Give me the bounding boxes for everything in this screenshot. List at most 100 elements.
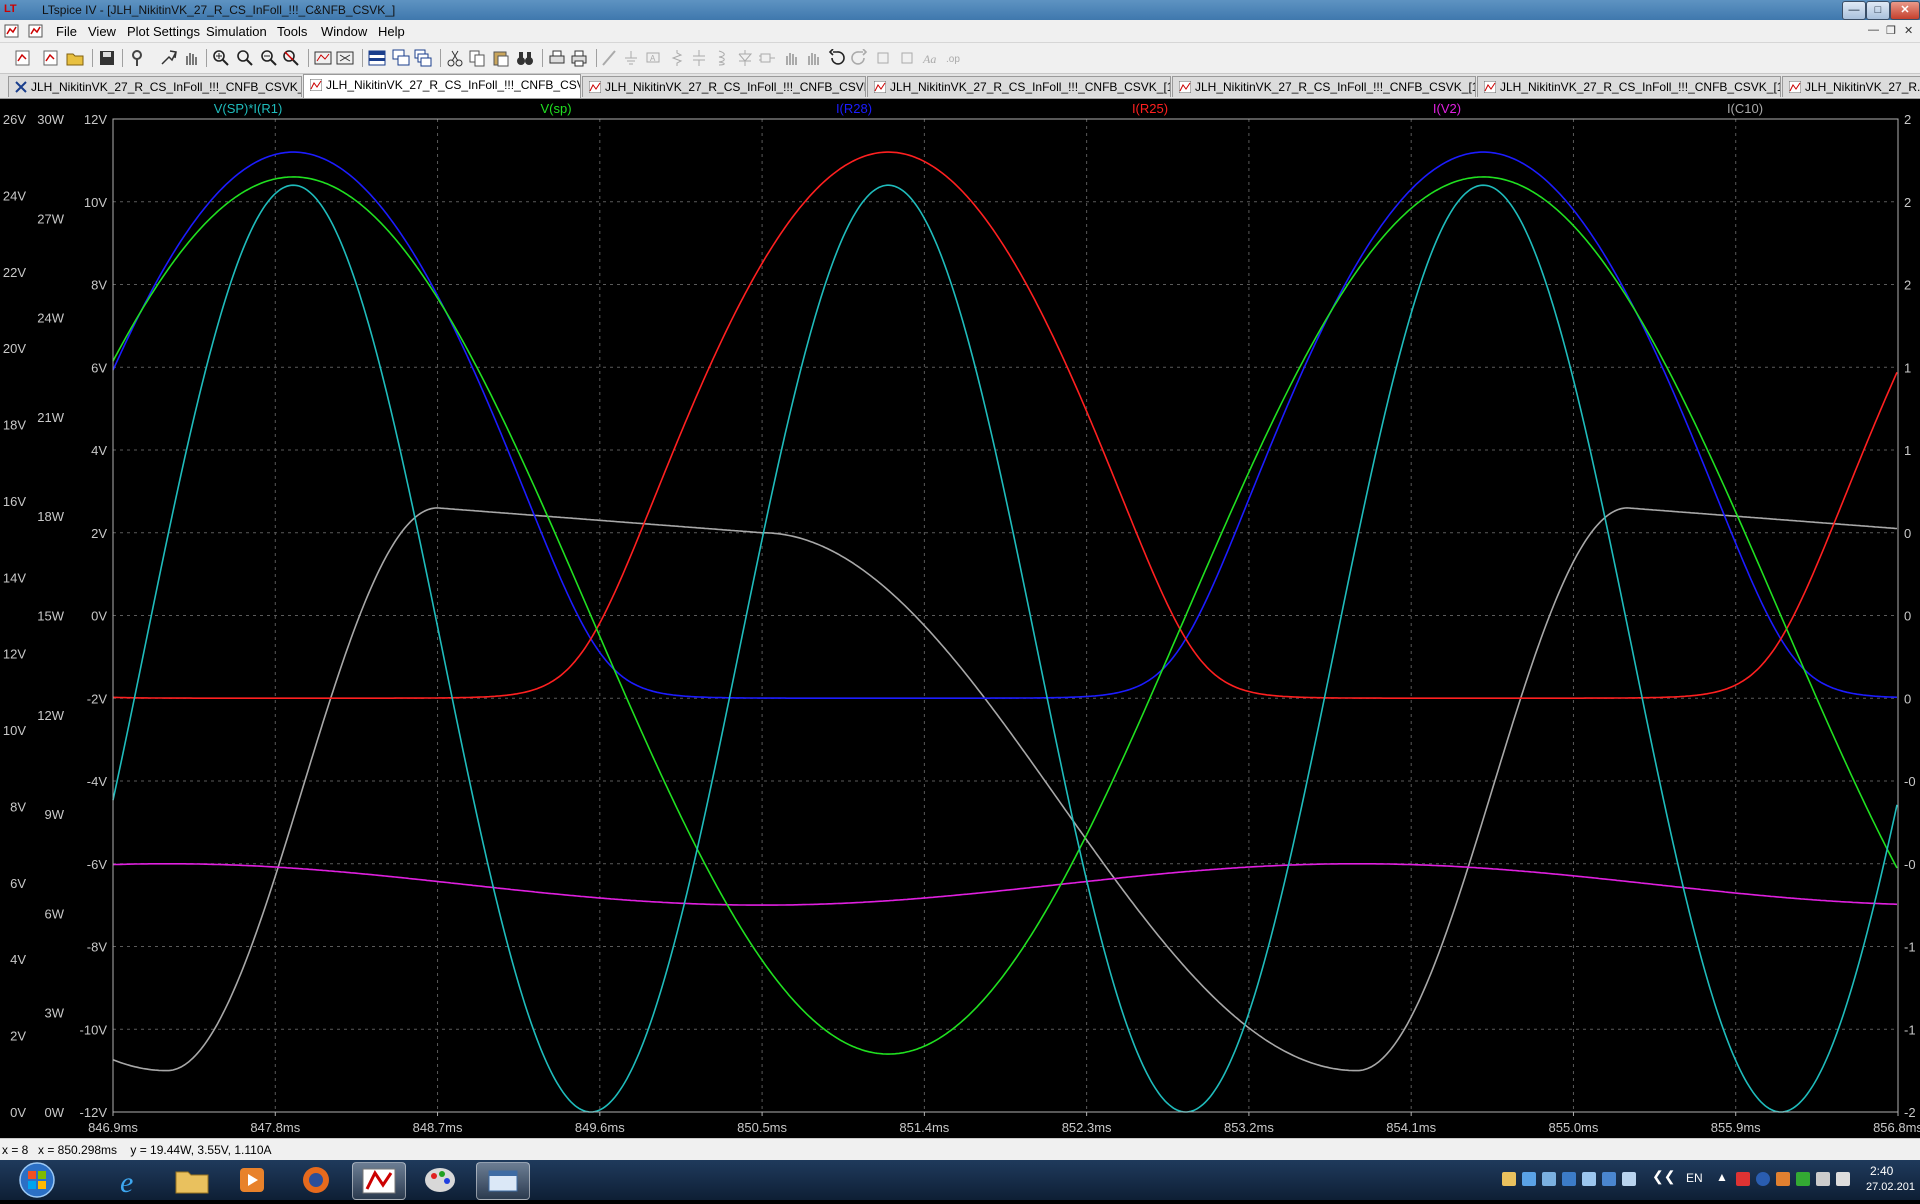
zoom-in-icon[interactable] bbox=[212, 49, 230, 67]
taskbar-ltspice[interactable] bbox=[352, 1162, 406, 1200]
taskbar-paint[interactable] bbox=[414, 1162, 466, 1198]
taskbar-window[interactable] bbox=[476, 1162, 530, 1200]
y-tick-label-watts: 6W bbox=[45, 906, 65, 921]
y-tick-label-watts: 0W bbox=[45, 1105, 65, 1120]
pan-hand-icon[interactable] bbox=[182, 49, 200, 67]
run-icon[interactable] bbox=[160, 49, 178, 67]
tray-antivirus-icon[interactable] bbox=[1736, 1172, 1750, 1186]
y-tick-label-outer: 26V bbox=[3, 112, 26, 127]
menu-plot-settings[interactable]: Plot Settings bbox=[127, 24, 200, 39]
new-schematic-icon[interactable] bbox=[14, 49, 32, 67]
menu-help[interactable]: Help bbox=[378, 24, 405, 39]
schematic-doc-icon[interactable] bbox=[4, 23, 20, 39]
print-icon[interactable] bbox=[570, 49, 588, 67]
tab-document-2[interactable]: JLH_NikitinVK_27_R_CS_InFoll_!!!_CNFB_CS… bbox=[303, 74, 581, 98]
cascade-windows-icon[interactable] bbox=[392, 49, 410, 67]
taskbar-firefox[interactable] bbox=[290, 1162, 342, 1198]
delete-trace-icon[interactable] bbox=[336, 49, 354, 67]
taskbar-media-player[interactable] bbox=[226, 1162, 278, 1198]
tile-horizontal-icon[interactable] bbox=[368, 49, 386, 67]
tray-battery-icon[interactable] bbox=[1796, 1172, 1810, 1186]
clock-time[interactable]: 2:40 bbox=[1870, 1164, 1893, 1178]
autorange-icon[interactable] bbox=[314, 49, 332, 67]
tab-label: JLH_NikitinVK_27_R_CS_InFoll_!!!_CNFB_CS… bbox=[1195, 80, 1476, 94]
y-tick-label-right: 2 bbox=[1904, 278, 1911, 293]
y-tick-label-outer: 10V bbox=[3, 723, 26, 738]
mirror-icon bbox=[901, 52, 913, 64]
tab-document-6[interactable]: JLH_NikitinVK_27_R_CS_InFoll_!!!_CNFB_CS… bbox=[1477, 76, 1781, 97]
y-tick-label-watts: 27W bbox=[37, 211, 64, 226]
mdi-close-icon[interactable]: ✕ bbox=[1904, 24, 1913, 37]
waveform-plot-pane[interactable]: 846.9ms 847.8ms 848.7ms 849.6ms 850.5ms 851.4… bbox=[0, 99, 1920, 1137]
tray-volume-icon[interactable] bbox=[1836, 1172, 1850, 1186]
rotate-icon bbox=[877, 52, 889, 64]
tray-up-arrow-icon[interactable]: ▲ bbox=[1716, 1170, 1728, 1184]
clock-date[interactable]: 27.02.201 bbox=[1866, 1181, 1915, 1193]
control-panel-icon[interactable] bbox=[128, 49, 146, 67]
tile-vertical-icon[interactable] bbox=[414, 49, 432, 67]
copy-icon[interactable] bbox=[468, 49, 486, 67]
tab-document-1[interactable]: JLH_NikitinVK_27_R_CS_InFoll_!!!_CNFB_CS… bbox=[8, 76, 302, 97]
y-tick-label-right: 2 bbox=[1904, 112, 1911, 127]
menu-file[interactable]: File bbox=[56, 24, 77, 39]
toolbar-separator bbox=[122, 49, 123, 67]
tab-label: JLH_NikitinVK_27_R_CS_InFoll_!!!_CNFB_CS… bbox=[605, 80, 866, 94]
tray-network-status-icon[interactable] bbox=[1816, 1172, 1830, 1186]
mdi-restore-icon[interactable]: ❐ bbox=[1886, 24, 1896, 37]
find-binoculars-icon[interactable] bbox=[516, 49, 534, 67]
redo-icon bbox=[851, 49, 868, 65]
maximize-icon[interactable]: □ bbox=[1866, 1, 1890, 20]
x-tick-label: 852.3ms bbox=[1062, 1120, 1112, 1135]
tray-device-icon[interactable] bbox=[1622, 1172, 1636, 1186]
paste-icon[interactable] bbox=[492, 49, 510, 67]
tab-document-3[interactable]: JLH_NikitinVK_27_R_CS_InFoll_!!!_CNFB_CS… bbox=[582, 76, 866, 97]
tray-monitor-icon[interactable] bbox=[1542, 1172, 1556, 1186]
mdi-minimize-icon[interactable]: — bbox=[1868, 24, 1879, 36]
schematic-tab-icon bbox=[15, 81, 27, 93]
waveform-tab-icon bbox=[1484, 81, 1496, 93]
menu-window[interactable]: Window bbox=[321, 24, 367, 39]
cursor-readout: x = 850.298ms y = 19.44W, 3.55V, 1.110A bbox=[38, 1143, 272, 1157]
menu-tools[interactable]: Tools bbox=[277, 24, 307, 39]
tray-bluetooth-icon[interactable] bbox=[1756, 1172, 1770, 1186]
close-icon[interactable]: ✕ bbox=[1890, 1, 1920, 20]
document-tab-bar: JLH_NikitinVK_27_R_CS_InFoll_!!!_CNFB_CS… bbox=[0, 74, 1920, 99]
menu-simulation[interactable]: Simulation bbox=[206, 24, 267, 39]
y-tick-label-right: 0 bbox=[1904, 691, 1911, 706]
tray-update-icon[interactable] bbox=[1776, 1172, 1790, 1186]
tray-computer-icon[interactable] bbox=[1602, 1172, 1616, 1186]
print-setup-icon[interactable] bbox=[548, 49, 566, 67]
tab-document-4[interactable]: JLH_NikitinVK_27_R_CS_InFoll_!!!_CNFB_CS… bbox=[867, 76, 1171, 97]
y-tick-label-right: 1 bbox=[1904, 443, 1911, 458]
start-button-icon[interactable] bbox=[14, 1161, 60, 1199]
resistor-icon bbox=[671, 50, 683, 66]
undo-icon[interactable] bbox=[828, 49, 846, 67]
tray-folder-icon[interactable] bbox=[1502, 1172, 1516, 1186]
tray-display-icon[interactable] bbox=[1582, 1172, 1596, 1186]
cut-icon[interactable] bbox=[446, 49, 464, 67]
waveform-plot[interactable]: 846.9ms 847.8ms 848.7ms 849.6ms 850.5ms 851.4… bbox=[0, 99, 1920, 1137]
open-waveform-icon[interactable] bbox=[42, 49, 60, 67]
svg-text:Aa: Aa bbox=[922, 52, 936, 66]
show-hidden-tray-icon[interactable]: ❮❮ bbox=[1652, 1168, 1675, 1185]
tab-document-5[interactable]: JLH_NikitinVK_27_R_CS_InFoll_!!!_CNFB_CS… bbox=[1172, 76, 1476, 97]
minimize-icon[interactable]: — bbox=[1842, 1, 1866, 20]
waveform-doc-icon[interactable] bbox=[28, 23, 44, 39]
taskbar-ie[interactable]: e bbox=[108, 1162, 160, 1199]
toolbar-separator bbox=[92, 49, 93, 67]
x-tick-label: 854.1ms bbox=[1386, 1120, 1436, 1135]
zoom-area-icon[interactable] bbox=[236, 49, 254, 67]
zoom-out-icon[interactable] bbox=[260, 49, 278, 67]
tray-network-icon[interactable] bbox=[1522, 1172, 1536, 1186]
tray-app-icon[interactable] bbox=[1562, 1172, 1576, 1186]
y-tick-label-right: -1 bbox=[1904, 940, 1916, 955]
save-icon[interactable] bbox=[98, 49, 116, 67]
x-tick-label: 855.9ms bbox=[1711, 1120, 1761, 1135]
language-indicator[interactable]: EN bbox=[1686, 1171, 1703, 1185]
open-folder-icon[interactable] bbox=[66, 49, 84, 67]
y-tick-label-volts: 8V bbox=[91, 278, 107, 293]
menu-view[interactable]: View bbox=[88, 24, 116, 39]
tab-document-7[interactable]: JLH_NikitinVK_27_R... bbox=[1782, 76, 1920, 97]
zoom-fit-icon[interactable] bbox=[282, 49, 300, 67]
taskbar-explorer[interactable] bbox=[166, 1162, 218, 1198]
